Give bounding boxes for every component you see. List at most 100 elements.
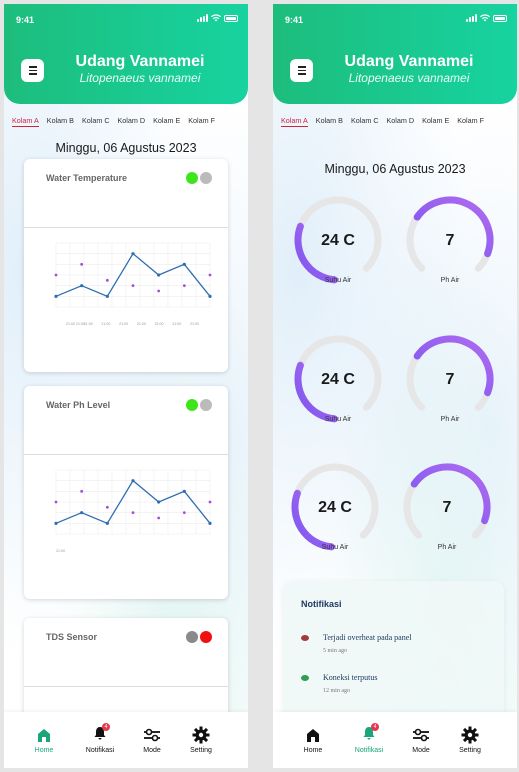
scatter-point [105, 505, 109, 509]
date-label: Minggu, 06 Agustus 2023 [324, 162, 466, 176]
nav-mode[interactable]: Mode [127, 725, 177, 754]
scatter-point [131, 511, 135, 515]
gauge-label: Suhu Air [324, 277, 352, 284]
status-dot-online [186, 399, 198, 411]
gauge: 24 C Suhu Air [288, 335, 388, 435]
status-dot-offline [186, 631, 198, 643]
scatter-point [157, 289, 161, 293]
nav-notifikasi[interactable]: 4 Notifikasi [344, 723, 394, 754]
nav-label: Mode [412, 747, 430, 754]
line-point [131, 252, 135, 256]
x-tick-label: 21:00 [101, 322, 110, 326]
divider [24, 686, 228, 687]
x-tick-label: 21:00 [84, 322, 93, 326]
signal-icon [197, 14, 208, 22]
gauge-label: Ph Air [440, 277, 460, 284]
tab-kolam-e[interactable]: Kolam E [153, 116, 180, 127]
scatter-point [131, 284, 135, 288]
bell-icon: 4 [92, 723, 110, 745]
notification-time: 5 min ago [323, 648, 347, 654]
wifi-icon [211, 14, 221, 22]
tab-kolam-f[interactable]: Kolam F [457, 116, 484, 127]
tab-kolam-d[interactable]: Kolam D [387, 116, 415, 127]
nav-mode[interactable]: Mode [396, 725, 446, 754]
gauge: 7 Ph Air [400, 196, 500, 296]
status-dots [186, 172, 212, 184]
gauge: 7 Ph Air [400, 335, 500, 435]
x-tick-label: 21:00 [155, 322, 164, 326]
status-dots [186, 399, 212, 411]
temperature-chart: 21:00 21:0021:00 21:00 21:00 21:00 21:00 21:0… [54, 242, 212, 326]
notification-heading: Notifikasi [301, 599, 342, 609]
notification-text: Koneksi terputus [323, 673, 378, 682]
tab-kolam-c[interactable]: Kolam C [351, 116, 379, 127]
gauge-label: Suhu Air [324, 416, 352, 423]
x-tick-label: 21:00 [119, 322, 128, 326]
ph-chart: 21:00 [54, 469, 212, 553]
scatter-point [105, 278, 109, 282]
scatter-point [54, 500, 58, 504]
tab-kolam-a[interactable]: Kolam A [281, 116, 308, 127]
x-tick-label: 21:00 [190, 322, 199, 326]
scatter-point [54, 273, 58, 277]
gauge-label: Ph Air [437, 544, 457, 551]
nav-label: Setting [459, 747, 481, 754]
nav-home[interactable]: Home [288, 725, 338, 754]
card-title: Water Temperature [46, 173, 128, 183]
tab-kolam-b[interactable]: Kolam B [47, 116, 74, 127]
gauge: 24 C Suhu Air [285, 463, 385, 563]
gear-icon [192, 726, 210, 744]
nav-label: Mode [143, 747, 161, 754]
nav-label: Notifikasi [354, 747, 384, 754]
tab-kolam-c[interactable]: Kolam C [82, 116, 110, 127]
gear-icon [461, 726, 479, 744]
battery-icon [224, 14, 238, 22]
notification-dot [301, 675, 309, 681]
nav-setting[interactable]: Setting [445, 725, 495, 754]
app-header: 9:41 Udang Vannamei Litopenaeus vannamei [273, 4, 517, 104]
notification-text: Terjadi overheat pada panel [323, 633, 412, 642]
x-tick-label: 21:00 21:00 [66, 322, 85, 326]
battery-icon [493, 14, 507, 22]
gauge-value: 24 C [318, 499, 352, 516]
water-temperature-card[interactable]: Water Temperature 21:00 21:00 21:00 21:00 2… [24, 159, 228, 372]
notification-time: 12 min ago [323, 688, 350, 694]
sliders-icon [413, 728, 429, 742]
notification-panel: Notifikasi Terjadi overheat pada panel 5… [283, 581, 504, 721]
line-point [80, 284, 84, 288]
nav-notifikasi[interactable]: 4 Notifikasi [75, 723, 125, 754]
menu-button[interactable] [290, 59, 313, 82]
line-point [208, 294, 212, 298]
status-icons [466, 14, 507, 22]
scatter-point [80, 262, 84, 266]
scatter-point [182, 284, 186, 288]
app-title: Udang Vannamei [344, 53, 474, 70]
app-header: 9:41 Udang Vannamei Litopenaeus vannamei [4, 4, 248, 104]
notification-dot [301, 635, 309, 641]
nav-home[interactable]: Home [19, 725, 69, 754]
line-point [105, 521, 109, 525]
x-tick-label: 21:00 [56, 549, 65, 553]
tab-kolam-f[interactable]: Kolam F [188, 116, 215, 127]
tab-kolam-e[interactable]: Kolam E [422, 116, 449, 127]
pond-tabs: Kolam A Kolam B Kolam C Kolam D Kolam E … [12, 116, 248, 127]
tab-kolam-b[interactable]: Kolam B [316, 116, 343, 127]
gauge-label: Ph Air [440, 416, 460, 423]
menu-button[interactable] [21, 59, 44, 82]
status-dot-offline [200, 172, 212, 184]
gauge-value: 7 [445, 232, 455, 249]
line-point [157, 500, 161, 504]
status-time: 9:41 [285, 15, 304, 25]
line-point [54, 521, 58, 525]
nav-label: Setting [190, 747, 212, 754]
gauge-value: 24 C [321, 232, 355, 249]
tab-kolam-a[interactable]: Kolam A [12, 116, 39, 127]
water-ph-card[interactable]: Water Ph Level 21:00 [24, 386, 228, 599]
tab-kolam-d[interactable]: Kolam D [118, 116, 146, 127]
notification-badge: 4 [371, 723, 379, 731]
nav-setting[interactable]: Setting [176, 725, 226, 754]
gauge-value: 7 [445, 371, 455, 388]
bell-icon: 4 [361, 723, 379, 745]
line-point [182, 489, 186, 493]
home-icon [38, 729, 50, 742]
